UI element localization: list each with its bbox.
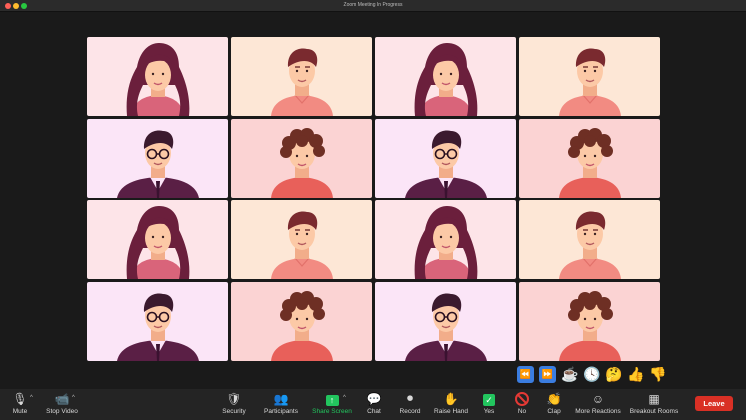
raise-hand-label: Raise Hand xyxy=(434,408,468,415)
raise-hand-button[interactable]: ✋ Raise Hand xyxy=(434,389,468,420)
avatar xyxy=(271,211,333,279)
record-label: Record xyxy=(399,408,421,415)
leave-button[interactable]: Leave xyxy=(695,396,733,411)
grid-squares-icon: ▦ xyxy=(648,392,660,406)
avatar xyxy=(117,130,199,198)
avatar xyxy=(405,293,487,361)
record-button[interactable]: ⏺ Record xyxy=(398,389,422,420)
participant-video-tile[interactable] xyxy=(231,118,372,198)
clap-label: Clap xyxy=(547,408,561,415)
thinking-face-icon[interactable]: 🤔 xyxy=(605,366,622,383)
participant-video-tile[interactable] xyxy=(519,281,660,361)
clapping-hands-icon: 👏 xyxy=(546,392,562,406)
clock-icon[interactable]: 🕓 xyxy=(583,366,600,383)
meeting-toolbar: 🎙 Mute ^ 📹 Stop Video ^ 🛡 Security 👥 Par… xyxy=(0,389,746,420)
stop-video-label: Stop Video xyxy=(46,408,78,415)
coffee-icon[interactable]: ☕ xyxy=(561,366,578,383)
no-button[interactable]: No xyxy=(513,389,531,420)
avatar xyxy=(414,206,478,279)
no-entry-icon xyxy=(515,389,529,406)
participant-video-tile[interactable] xyxy=(87,37,228,116)
video-options-chevron-icon[interactable]: ^ xyxy=(72,395,75,401)
participant-video-tile[interactable] xyxy=(231,281,372,361)
avatar xyxy=(405,130,487,198)
green-check-icon: ✓ xyxy=(483,389,495,406)
chat-button[interactable]: 💬 Chat xyxy=(364,389,384,420)
window-title: Zoom Meeting In Progress xyxy=(343,2,403,8)
no-label: No xyxy=(517,408,527,415)
avatar xyxy=(117,293,199,361)
participant-video-tile[interactable] xyxy=(519,118,660,198)
avatar xyxy=(559,211,621,279)
avatar xyxy=(271,290,333,361)
more-reactions-label: More Reactions xyxy=(575,408,621,415)
share-options-chevron-icon[interactable]: ^ xyxy=(343,395,346,401)
thumbs-up-icon[interactable]: 👍 xyxy=(627,366,644,383)
participant-video-tile[interactable] xyxy=(375,281,516,361)
video-camera-icon: 📹 xyxy=(54,392,70,406)
record-icon: ⏺ xyxy=(406,391,413,405)
yes-button[interactable]: ✓ Yes xyxy=(480,389,498,420)
chat-label: Chat xyxy=(367,408,381,415)
share-screen-button[interactable]: ↑ Share Screen xyxy=(312,389,352,420)
reaction-bar: ⏪ ⏩ ☕ 🕓 🤔 👍 👎 xyxy=(517,366,666,383)
mute-button[interactable]: 🎙 Mute xyxy=(8,389,32,420)
security-button[interactable]: 🛡 Security xyxy=(220,389,248,420)
avatar xyxy=(559,290,621,361)
fast-forward-icon[interactable]: ⏩ xyxy=(539,366,556,383)
security-label: Security xyxy=(222,408,246,415)
participant-video-tile[interactable] xyxy=(231,37,372,116)
share-screen-label: Share Screen xyxy=(312,408,352,415)
participant-video-tile[interactable] xyxy=(87,281,228,361)
people-icon: 👥 xyxy=(273,392,289,406)
participant-video-tile[interactable] xyxy=(231,200,372,279)
participant-video-tile[interactable] xyxy=(519,200,660,279)
avatar xyxy=(271,48,333,116)
participant-video-tile[interactable] xyxy=(87,118,228,198)
add-reaction-icon: ☺ xyxy=(591,392,605,406)
share-screen-icon: ↑ xyxy=(325,389,339,406)
participant-video-tile[interactable] xyxy=(87,200,228,279)
participant-video-tile[interactable] xyxy=(519,37,660,116)
avatar xyxy=(559,127,621,198)
shield-icon: 🛡 xyxy=(226,392,242,406)
thumbs-down-icon[interactable]: 👎 xyxy=(649,366,666,383)
stop-video-button[interactable]: 📹 Stop Video xyxy=(44,389,80,420)
avatar xyxy=(414,43,478,116)
more-reactions-button[interactable]: ☺ More Reactions xyxy=(575,389,621,420)
yes-label: Yes xyxy=(483,408,495,415)
mute-label: Mute xyxy=(12,408,28,415)
audio-options-chevron-icon[interactable]: ^ xyxy=(30,395,33,401)
participants-label: Participants xyxy=(264,408,298,415)
rewind-icon[interactable]: ⏪ xyxy=(517,366,534,383)
raised-hand-icon: ✋ xyxy=(443,392,459,406)
breakout-rooms-button[interactable]: ▦ Breakout Rooms xyxy=(629,389,679,420)
title-bar: Zoom Meeting In Progress xyxy=(0,0,746,12)
microphone-icon: 🎙 xyxy=(12,392,28,406)
gallery-view xyxy=(87,37,660,361)
clap-button[interactable]: 👏 Clap xyxy=(545,389,563,420)
avatar xyxy=(126,43,190,116)
avatar xyxy=(559,48,621,116)
participant-video-tile[interactable] xyxy=(375,37,516,116)
chat-bubble-icon: 💬 xyxy=(366,392,382,406)
avatar xyxy=(271,127,333,198)
breakout-rooms-label: Breakout Rooms xyxy=(629,408,679,415)
avatar xyxy=(126,206,190,279)
participant-video-tile[interactable] xyxy=(375,200,516,279)
participant-video-tile[interactable] xyxy=(375,118,516,198)
participants-button[interactable]: 👥 Participants xyxy=(262,389,300,420)
